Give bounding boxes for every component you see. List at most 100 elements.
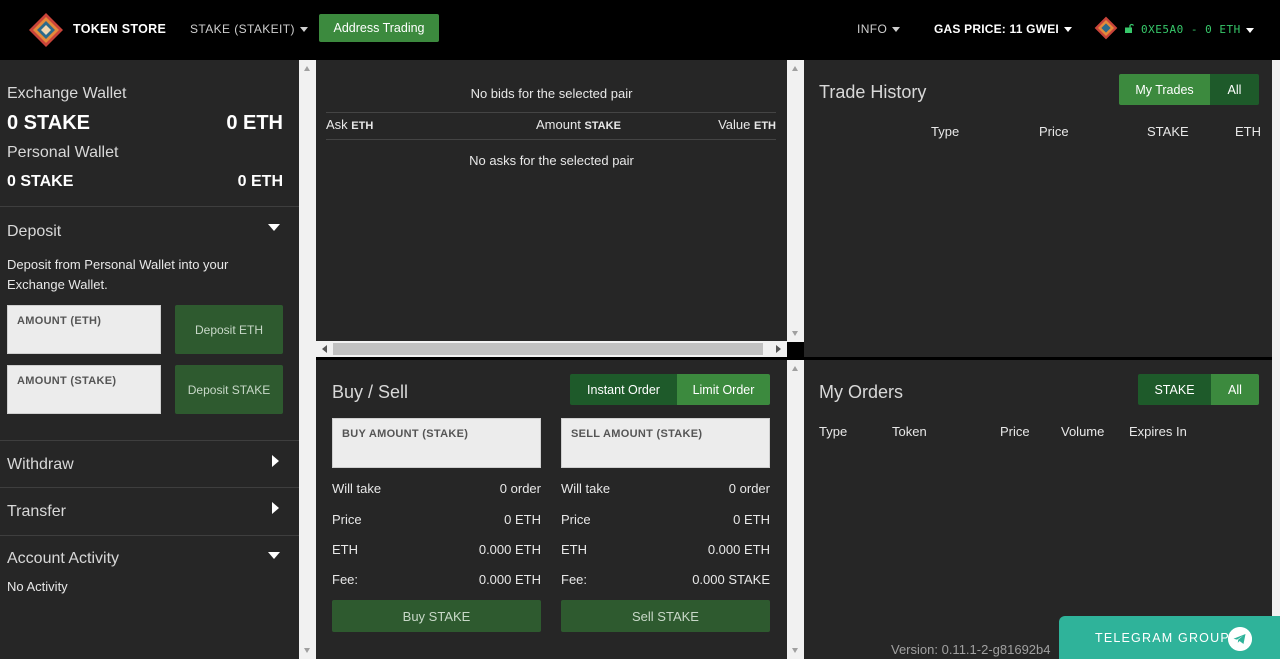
sell-fee-label: Fee: (561, 572, 588, 587)
account-menu[interactable]: 0XE5A0 - 0 ETH (1141, 23, 1254, 36)
col-ask: Ask ETH (326, 117, 373, 132)
exchange-wallet-title: Exchange Wallet (7, 85, 127, 102)
sell-fee-value: 0.000 STAKE (692, 572, 770, 587)
buy-will-take-label: Will take (332, 481, 382, 496)
wallet-scrollbar[interactable] (299, 60, 316, 659)
my-orders-panel: My Orders STAKE All Type Token Price Vol… (804, 360, 1272, 659)
col-value-label: Value (718, 117, 751, 132)
info-menu[interactable]: INFO (857, 22, 901, 36)
telegram-group-button[interactable]: TELEGRAM GROUP (1059, 616, 1280, 659)
account-label: 0XE5A0 - 0 ETH (1141, 23, 1241, 36)
col-eth: ETH (1235, 124, 1261, 139)
deposit-title: Deposit (7, 223, 62, 240)
all-orders-tab[interactable]: All (1211, 374, 1259, 405)
buy-amount-input[interactable]: BUY AMOUNT (STAKE) (332, 418, 541, 468)
scroll-up-icon[interactable] (304, 66, 310, 71)
col-expires-in: Expires In (1129, 424, 1187, 439)
col-value-unit: ETH (754, 120, 776, 132)
personal-wallet-title: Personal Wallet (7, 144, 119, 161)
no-asks-message: No asks for the selected pair (469, 153, 634, 168)
buy-eth-label: ETH (332, 542, 358, 557)
caret-down-icon (268, 224, 280, 231)
sell-price-label: Price (561, 512, 591, 527)
page-scrollbar[interactable] (1272, 60, 1280, 659)
version-text: Version: 0.11.1-2-g81692b4 (891, 642, 1051, 657)
scroll-down-icon[interactable] (304, 648, 310, 653)
divider (0, 487, 299, 488)
col-token: Token (892, 424, 927, 439)
chevron-down-icon (299, 27, 308, 33)
limit-order-tab[interactable]: Limit Order (677, 374, 770, 405)
info-menu-label: INFO (857, 22, 888, 36)
scroll-up-icon[interactable] (792, 366, 798, 371)
orderbook-horizontal-scrollbar[interactable] (316, 341, 787, 357)
sell-button[interactable]: Sell STAKE (561, 600, 770, 632)
account-activity-title: Account Activity (7, 550, 120, 567)
scroll-thumb[interactable] (333, 343, 763, 355)
scroll-down-icon[interactable] (792, 648, 798, 653)
exchange-eth-balance: 0 ETH (226, 112, 283, 134)
unlock-icon (1125, 23, 1134, 33)
sell-will-take-value: 0 order (728, 481, 770, 496)
order-type-toggle: Instant Order Limit Order (570, 374, 770, 405)
scroll-down-icon[interactable] (792, 331, 798, 336)
col-stake: STAKE (1147, 124, 1189, 139)
deposit-stake-button[interactable]: Deposit STAKE (175, 365, 283, 414)
buy-sell-panel: Buy / Sell Instant Order Limit Order BUY… (316, 360, 787, 659)
instant-order-tab[interactable]: Instant Order (570, 374, 677, 405)
personal-eth-balance: 0 ETH (237, 173, 283, 190)
col-type: Type (819, 424, 848, 439)
gas-price-label: GAS PRICE: 11 GWEI (934, 22, 1059, 36)
orderbook-scrollbar[interactable] (787, 60, 804, 342)
buy-fee-label: Fee: (332, 572, 359, 587)
stake-orders-tab[interactable]: STAKE (1138, 374, 1211, 405)
sell-will-take-label: Will take (561, 481, 611, 496)
buy-sell-scrollbar[interactable] (787, 360, 804, 659)
top-navbar: TOKEN STORE STAKE (STAKEIT) Address Trad… (0, 0, 1280, 60)
divider (0, 440, 299, 441)
withdraw-title: Withdraw (7, 456, 74, 473)
gas-price-menu[interactable]: GAS PRICE: 11 GWEI (934, 22, 1072, 36)
no-activity-text: No Activity (7, 579, 68, 594)
col-ask-unit: ETH (351, 120, 374, 132)
address-trading-button[interactable]: Address Trading (319, 14, 439, 42)
orders-filter-toggle: STAKE All (1138, 374, 1259, 405)
col-amount: Amount STAKE (536, 117, 621, 132)
token-selector-label: STAKE (STAKEIT) (190, 22, 295, 36)
sell-amount-input[interactable]: SELL AMOUNT (STAKE) (561, 418, 770, 468)
personal-token-balance: 0 STAKE (7, 173, 74, 190)
divider (0, 206, 299, 207)
col-ask-label: Ask (326, 117, 348, 132)
my-trades-tab[interactable]: My Trades (1119, 74, 1210, 105)
account-avatar-icon[interactable] (1094, 16, 1118, 40)
buy-fee-value: 0.000 ETH (478, 572, 541, 587)
divider (0, 535, 299, 536)
buy-button[interactable]: Buy STAKE (332, 600, 541, 632)
col-volume: Volume (1061, 424, 1105, 439)
deposit-eth-button[interactable]: Deposit ETH (175, 305, 283, 354)
col-type: Type (931, 124, 960, 139)
chevron-down-icon (1245, 27, 1254, 33)
orderbook-panel: No bids for the selected pair Ask ETH Am… (316, 60, 787, 342)
scroll-up-icon[interactable] (792, 66, 798, 71)
all-trades-tab[interactable]: All (1210, 74, 1259, 105)
col-price: Price (1039, 124, 1069, 139)
token-store-logo-icon[interactable] (28, 12, 64, 48)
chevron-down-icon (892, 27, 901, 33)
sell-eth-label: ETH (561, 542, 587, 557)
token-selector[interactable]: STAKE (STAKEIT) (190, 22, 308, 36)
scroll-left-icon[interactable] (322, 345, 327, 353)
amount-eth-input[interactable]: AMOUNT (ETH) (7, 305, 161, 354)
caret-right-icon (272, 502, 279, 514)
buy-price-value: 0 ETH (504, 512, 541, 527)
sell-price-value: 0 ETH (733, 512, 770, 527)
caret-right-icon (272, 455, 279, 467)
scroll-right-icon[interactable] (776, 345, 781, 353)
buy-will-take-value: 0 order (499, 481, 541, 496)
amount-stake-input[interactable]: AMOUNT (STAKE) (7, 365, 161, 414)
deposit-description: Deposit from Personal Wallet into your E… (7, 257, 229, 292)
brand-name[interactable]: TOKEN STORE (73, 22, 166, 36)
trade-filter-toggle: My Trades All (1119, 74, 1259, 105)
telegram-label: TELEGRAM GROUP (1095, 630, 1230, 645)
trade-history-panel: Trade History My Trades All Type Price S… (804, 60, 1272, 357)
